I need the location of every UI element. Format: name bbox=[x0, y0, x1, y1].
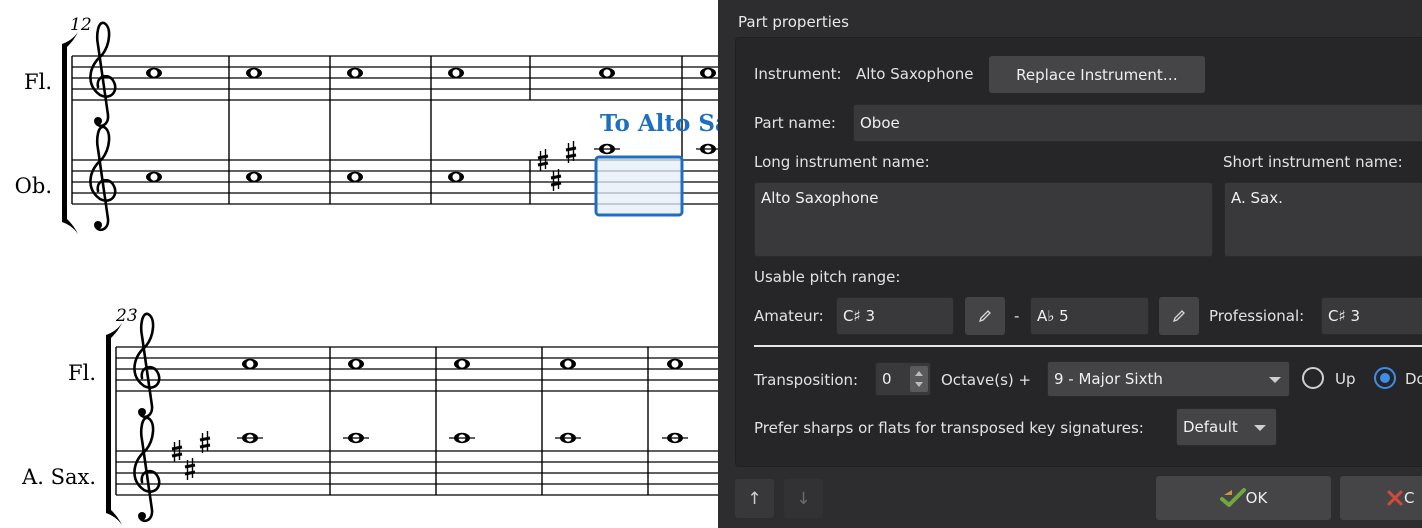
part-name-input[interactable]: Oboe bbox=[853, 104, 1422, 142]
long-name-label: Long instrument name: bbox=[754, 153, 930, 171]
note[interactable] bbox=[449, 432, 475, 444]
note[interactable] bbox=[246, 67, 262, 79]
note[interactable] bbox=[348, 358, 364, 370]
part-name-label: Part name: bbox=[754, 114, 836, 132]
amateur-high-edit-button[interactable] bbox=[1159, 297, 1199, 335]
instrument-label: Instrument: bbox=[754, 65, 842, 83]
short-name-input[interactable]: A. Sax. bbox=[1224, 182, 1422, 257]
interval-select[interactable]: 9 - Major Sixth bbox=[1047, 361, 1290, 397]
note[interactable] bbox=[347, 67, 363, 79]
measure-number: 12 bbox=[70, 15, 92, 35]
range-dash: - bbox=[1014, 307, 1020, 325]
spin-up-down-icon bbox=[915, 371, 923, 387]
dialog-title: Part properties bbox=[738, 13, 849, 31]
staff-name-flute[interactable]: Fl. bbox=[68, 361, 96, 385]
ok-label: OK bbox=[1245, 489, 1268, 507]
pitch-range-label: Usable pitch range: bbox=[754, 268, 901, 286]
amateur-low-input[interactable]: C♯ 3 bbox=[836, 297, 954, 335]
note[interactable] bbox=[246, 171, 262, 183]
down-label: Do bbox=[1405, 370, 1422, 388]
short-name-label: Short instrument name: bbox=[1223, 153, 1403, 171]
octaves-label: Octave(s) + bbox=[941, 371, 1032, 389]
cancel-label: C bbox=[1404, 489, 1415, 507]
arrow-up-icon: ↑ bbox=[747, 488, 762, 509]
ok-button[interactable]: OK bbox=[1156, 476, 1331, 520]
long-name-input[interactable]: Alto Saxophone bbox=[754, 182, 1213, 257]
separator bbox=[754, 345, 1422, 347]
prefer-label: Prefer sharps or flats for transposed ke… bbox=[754, 419, 1144, 437]
prefer-select[interactable]: Default bbox=[1176, 408, 1277, 446]
key-signature[interactable] bbox=[536, 139, 578, 193]
move-up-button[interactable]: ↑ bbox=[735, 479, 774, 518]
amateur-high-input[interactable]: A♭ 5 bbox=[1030, 297, 1149, 335]
professional-label: Professional: bbox=[1209, 307, 1305, 325]
amateur-label: Amateur: bbox=[754, 307, 824, 325]
staff-flute[interactable] bbox=[116, 346, 718, 392]
note[interactable] bbox=[700, 67, 716, 79]
chevron-down-icon bbox=[1254, 425, 1266, 431]
pencil-icon bbox=[1172, 310, 1185, 323]
treble-clef[interactable] bbox=[89, 125, 117, 232]
ok-check-icon bbox=[1219, 488, 1246, 507]
transpose-up-radio[interactable] bbox=[1302, 367, 1324, 389]
staff-alto-sax[interactable] bbox=[116, 450, 718, 496]
note[interactable] bbox=[242, 358, 258, 370]
note[interactable] bbox=[599, 67, 615, 79]
chevron-down-icon bbox=[1269, 377, 1281, 383]
interval-value: 9 - Major Sixth bbox=[1054, 370, 1163, 388]
replace-instrument-button[interactable]: Replace Instrument… bbox=[989, 56, 1205, 93]
staff-flute[interactable] bbox=[72, 55, 718, 101]
arrow-down-icon: ↓ bbox=[796, 488, 811, 509]
move-down-button[interactable]: ↓ bbox=[784, 479, 823, 518]
cancel-x-icon bbox=[1387, 490, 1403, 506]
selection-highlight[interactable] bbox=[594, 155, 684, 217]
pencil-icon bbox=[978, 310, 991, 323]
measure-number: 23 bbox=[115, 306, 138, 326]
note[interactable] bbox=[667, 358, 683, 370]
note[interactable] bbox=[454, 358, 470, 370]
note[interactable] bbox=[146, 171, 162, 183]
prefer-value: Default bbox=[1183, 418, 1238, 436]
staff-text[interactable]: To Alto Sax. bbox=[600, 110, 718, 137]
note[interactable] bbox=[696, 143, 718, 155]
note[interactable] bbox=[560, 358, 576, 370]
octave-value: 0 bbox=[882, 370, 892, 388]
cancel-button[interactable]: C bbox=[1340, 476, 1422, 520]
instrument-value: Alto Saxophone bbox=[856, 65, 974, 83]
system-2[interactable]: 23 Fl. A. Sax. bbox=[21, 306, 718, 525]
spin-arrows[interactable] bbox=[910, 366, 928, 392]
amateur-low-edit-button[interactable] bbox=[965, 297, 1005, 335]
staff-name-oboe[interactable]: Ob. bbox=[15, 174, 52, 198]
note[interactable] bbox=[448, 67, 464, 79]
note[interactable] bbox=[555, 432, 581, 444]
transpose-down-radio[interactable] bbox=[1374, 367, 1396, 389]
staff-name-flute[interactable]: Fl. bbox=[24, 70, 52, 94]
note[interactable] bbox=[343, 432, 369, 444]
treble-clef[interactable] bbox=[133, 312, 161, 419]
note[interactable] bbox=[237, 432, 263, 444]
score-view[interactable]: 12 Fl. Ob. To Alto S 23 Fl. A. Sax. bbox=[0, 0, 718, 528]
note[interactable] bbox=[448, 171, 464, 183]
score-canvas[interactable]: 12 Fl. Ob. To Alto S 23 Fl. A. Sax. bbox=[0, 0, 718, 528]
treble-clef[interactable] bbox=[133, 416, 161, 523]
octave-spinbox[interactable]: 0 bbox=[875, 362, 931, 396]
treble-clef[interactable] bbox=[89, 21, 117, 128]
professional-low-input[interactable]: C♯ 3 bbox=[1321, 297, 1422, 335]
note[interactable] bbox=[662, 432, 688, 444]
transposition-label: Transposition: bbox=[754, 371, 859, 389]
note[interactable] bbox=[146, 67, 162, 79]
note[interactable] bbox=[347, 171, 363, 183]
staff-name-alto-sax[interactable]: A. Sax. bbox=[21, 465, 96, 489]
up-label: Up bbox=[1335, 370, 1356, 388]
system-1[interactable]: 12 Fl. Ob. To Alto S bbox=[15, 15, 718, 234]
note[interactable] bbox=[594, 143, 620, 155]
